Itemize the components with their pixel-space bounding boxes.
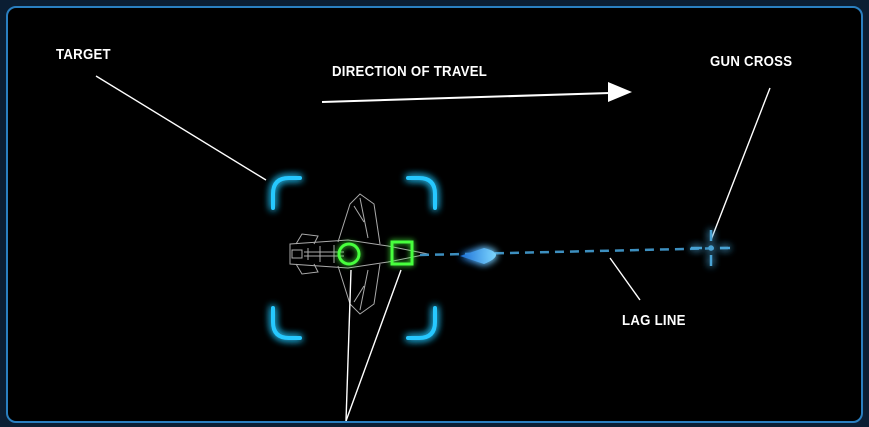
gun-cross-callout-line xyxy=(710,87,771,241)
direction-arrow-icon xyxy=(321,82,632,103)
target-callout-line xyxy=(95,75,267,181)
lag-line-callout-line xyxy=(609,257,641,301)
gun-cross-label: GUN CROSS xyxy=(710,53,793,70)
direction-label: DIRECTION OF TRAVEL xyxy=(332,63,488,80)
display-frame: TARGET DIRECTION OF TRAVEL GUN CROSS LAG… xyxy=(6,6,863,423)
bracket-top-left xyxy=(271,176,302,210)
bullet-cone xyxy=(460,248,496,264)
circle-reticle-icon xyxy=(337,242,361,266)
bracket-bottom-left xyxy=(271,306,302,340)
bracket-top-right xyxy=(406,176,437,210)
lag-line-label: LAG LINE xyxy=(622,312,686,329)
crosshair-icon xyxy=(691,230,730,266)
square-callout-line xyxy=(345,269,402,421)
bracket-bottom-right xyxy=(406,306,437,340)
target-label: TARGET xyxy=(56,46,111,63)
